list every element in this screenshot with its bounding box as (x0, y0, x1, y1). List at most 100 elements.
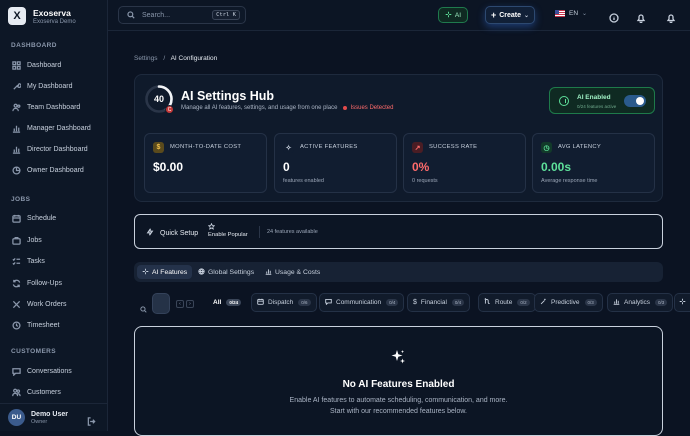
score-grade-badge: C (165, 105, 174, 114)
ai-enabled-toggle[interactable] (624, 95, 646, 107)
brand-subtitle: Exoserva Demo (33, 18, 76, 25)
tab-global-settings[interactable]: Global Settings (193, 265, 259, 279)
ai-button[interactable]: AI (438, 7, 468, 23)
chevron-down-icon: ⌄ (582, 11, 588, 17)
ai-enabled-subtitle: 0/24 features active (577, 104, 617, 109)
sidebar-item-manager-dashboard[interactable]: Manager Dashboard (12, 124, 91, 133)
sidebar-item-label: Team Dashboard (27, 104, 81, 111)
sidebar-section-jobs: JOBS (11, 196, 31, 203)
filter-communication[interactable]: Communication 0/4 (319, 293, 405, 312)
pie-chart-icon (12, 166, 21, 175)
brand[interactable]: X Exoserva Exoserva Demo (8, 7, 76, 25)
sidebar-item-label: Follow-Ups (27, 280, 63, 287)
scroll-right-icon[interactable]: › (186, 300, 194, 308)
clock-icon (12, 321, 21, 330)
sidebar-item-tasks[interactable]: Tasks (12, 257, 45, 266)
search-input[interactable]: Search... Ctrl K (118, 6, 246, 24)
plus-icon: + (490, 10, 497, 20)
sparkle-icon: ✧ (283, 142, 294, 153)
issue-dot-icon (343, 106, 348, 110)
filter-label: Predictive (551, 299, 580, 306)
users-icon (12, 103, 21, 112)
user-group-icon (12, 388, 21, 397)
sidebar-item-label: Conversations (27, 368, 72, 375)
search-icon (127, 6, 135, 24)
star-icon (208, 223, 248, 230)
user-profile[interactable]: DU Demo User Owner (0, 403, 108, 431)
wand-icon (540, 298, 551, 307)
chat-icon (325, 298, 336, 307)
tab-ai-features[interactable]: AI Features (137, 265, 193, 279)
stat-value: 0% (412, 160, 430, 174)
logout-icon[interactable] (87, 413, 96, 431)
page-title: AI Settings Hub (181, 89, 275, 103)
page-subtitle: Manage all AI features, settings, and us… (181, 105, 393, 111)
stat-label: ACTIVE FEATURES (300, 144, 358, 150)
bell-icon[interactable] (636, 10, 646, 24)
filter-label: Analytics (624, 299, 651, 306)
filter-all[interactable]: All 0/24 (213, 293, 242, 312)
quick-setup-bar: Quick Setup Enable Popular 24 features a… (134, 214, 663, 249)
sidebar-item-follow-ups[interactable]: Follow-Ups (12, 279, 62, 288)
filter-more[interactable] (674, 293, 690, 312)
sidebar-item-work-orders[interactable]: Work Orders (12, 300, 67, 309)
avatar: DU (8, 409, 25, 426)
features-available-count: 24 features available (267, 229, 318, 235)
filter-label: Route (495, 299, 513, 306)
sidebar-section-customers: CUSTOMERS (11, 348, 57, 355)
refresh-icon (12, 279, 21, 288)
checklist-icon (12, 257, 21, 266)
sidebar-item-director-dashboard[interactable]: Director Dashboard (12, 145, 88, 154)
power-icon (559, 96, 569, 106)
sparkles-icon (390, 349, 406, 370)
stat-card-success-rate: ↗ SUCCESS RATE 0% 0 requests (403, 133, 526, 193)
create-button[interactable]: + Create ⌄ (485, 6, 535, 24)
sidebar-item-team-dashboard[interactable]: Team Dashboard (12, 103, 80, 112)
sidebar-item-customers[interactable]: Customers (12, 388, 61, 397)
chevron-down-icon: ⌄ (524, 12, 530, 19)
quick-setup-button[interactable]: Quick Setup (146, 228, 198, 238)
filter-analytics[interactable]: Analytics 0/3 (607, 293, 674, 312)
sidebar-item-label: Manager Dashboard (27, 125, 91, 132)
sidebar-item-conversations[interactable]: Conversations (12, 367, 72, 376)
dollar-icon: $ (153, 142, 164, 153)
filter-label: Dispatch (268, 299, 294, 306)
stat-caption: 0 requests (412, 178, 438, 184)
enable-popular-button[interactable]: Enable Popular (208, 223, 248, 238)
issues-detected-label[interactable]: Issues Detected (350, 105, 393, 111)
filter-route[interactable]: Route 0/2 (478, 293, 536, 312)
tab-usage-costs[interactable]: Usage & Costs (260, 265, 325, 279)
filter-count: 0/6 (298, 299, 311, 306)
topbar: Search... Ctrl K AI + Create ⌄ EN ⌄ (108, 0, 690, 31)
sidebar-item-my-dashboard[interactable]: My Dashboard (12, 82, 73, 91)
sidebar-item-jobs[interactable]: Jobs (12, 236, 42, 245)
filter-search-input[interactable] (152, 293, 170, 314)
filter-count: 0/4 (386, 299, 399, 306)
sidebar-item-schedule[interactable]: Schedule (12, 214, 56, 223)
scroll-left-icon[interactable]: ‹ (176, 300, 184, 308)
quick-setup-label: Quick Setup (160, 229, 199, 237)
sparkle-icon (142, 268, 152, 277)
search-icon[interactable] (140, 300, 147, 318)
language-selector[interactable]: EN ⌄ (555, 10, 587, 17)
info-icon[interactable] (609, 10, 619, 23)
breadcrumb-current: AI Configuration (170, 55, 218, 62)
filter-label: Financial (420, 299, 447, 306)
language-label: EN (569, 10, 579, 17)
sidebar-item-owner-dashboard[interactable]: Owner Dashboard (12, 166, 84, 175)
notification-bell-icon[interactable] (666, 10, 676, 24)
sidebar-item-dashboard[interactable]: Dashboard (12, 61, 61, 70)
bar-chart-icon (12, 124, 21, 133)
filter-count: 0/2 (517, 299, 530, 306)
filter-financial[interactable]: $ Financial 0/4 (407, 293, 471, 312)
sidebar-item-timesheet[interactable]: Timesheet (12, 321, 59, 330)
trend-icon: ↗ (412, 142, 423, 153)
breadcrumb-settings[interactable]: Settings (134, 55, 158, 62)
filter-predictive[interactable]: Predictive 0/3 (534, 293, 603, 312)
empty-state-description: Enable AI features to automate schedulin… (289, 397, 508, 415)
filter-dispatch[interactable]: Dispatch 0/6 (251, 293, 317, 312)
ai-enabled-title: AI Enabled (577, 94, 611, 101)
category-filters: ‹ › All 0/24 Dispatch 0/6 Communication … (134, 293, 690, 315)
stat-card-cost: $ MONTH-TO-DATE COST $0.00 (144, 133, 267, 193)
globe-icon (198, 267, 208, 277)
